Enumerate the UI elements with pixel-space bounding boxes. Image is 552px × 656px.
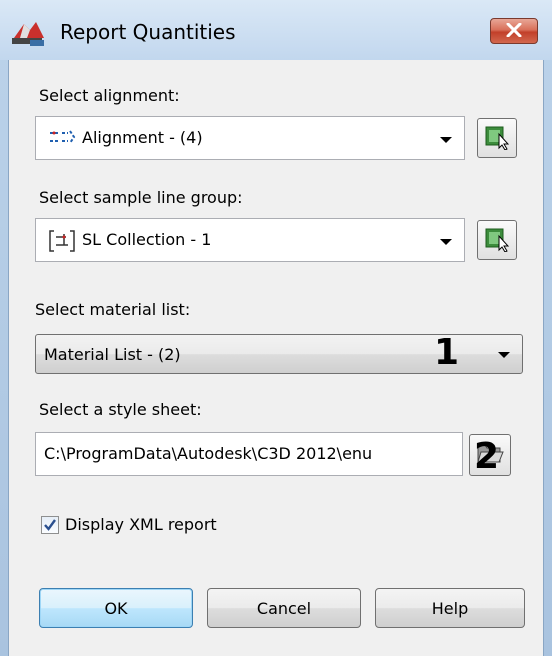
- style-sheet-path-value: C:\ProgramData\Autodesk\C3D 2012\enu: [44, 444, 373, 463]
- help-button[interactable]: Help: [375, 588, 525, 628]
- style-sheet-path-field[interactable]: C:\ProgramData\Autodesk\C3D 2012\enu: [35, 432, 463, 476]
- ok-button[interactable]: OK: [39, 588, 193, 628]
- app-icon: [10, 20, 48, 48]
- sample-line-group-value: SL Collection - 1: [82, 230, 212, 249]
- checkmark-icon: [42, 518, 58, 537]
- window-title: Report Quantities: [60, 20, 236, 44]
- sample-line-icon: [48, 229, 76, 257]
- material-list-dropdown[interactable]: Material List - (2) 1: [35, 334, 523, 374]
- pick-alignment-button[interactable]: [477, 118, 517, 158]
- display-xml-checkbox[interactable]: [41, 516, 59, 534]
- browse-style-sheet-button[interactable]: 2: [469, 434, 511, 476]
- alignment-dropdown[interactable]: Alignment - (4): [35, 116, 465, 160]
- annotation-marker-2: 2: [474, 436, 500, 477]
- chevron-down-icon: [440, 137, 452, 143]
- style-sheet-label: Select a style sheet:: [39, 400, 202, 419]
- sample-line-group-label: Select sample line group:: [39, 188, 243, 207]
- chevron-down-icon: [498, 352, 510, 358]
- sample-line-group-dropdown[interactable]: SL Collection - 1: [35, 218, 465, 262]
- alignment-icon: [48, 127, 76, 151]
- alignment-label: Select alignment:: [39, 86, 180, 105]
- pick-from-drawing-icon: [483, 122, 511, 154]
- title-bar: Report Quantities: [0, 0, 552, 60]
- cancel-button[interactable]: Cancel: [207, 588, 361, 628]
- chevron-down-icon: [440, 239, 452, 245]
- display-xml-label: Display XML report: [65, 515, 217, 534]
- alignment-value: Alignment - (4): [82, 128, 203, 147]
- close-button[interactable]: [490, 18, 538, 44]
- material-list-value: Material List - (2): [44, 345, 181, 364]
- close-icon: [506, 22, 522, 41]
- annotation-marker-1: 1: [434, 332, 460, 373]
- report-quantities-dialog: Report Quantities Select alignment: Alig…: [0, 0, 552, 656]
- material-list-label: Select material list:: [35, 300, 191, 319]
- pick-from-drawing-icon: [483, 224, 511, 256]
- dialog-body: Select alignment: Alignment - (4) Select…: [8, 60, 544, 656]
- pick-sample-line-group-button[interactable]: [477, 220, 517, 260]
